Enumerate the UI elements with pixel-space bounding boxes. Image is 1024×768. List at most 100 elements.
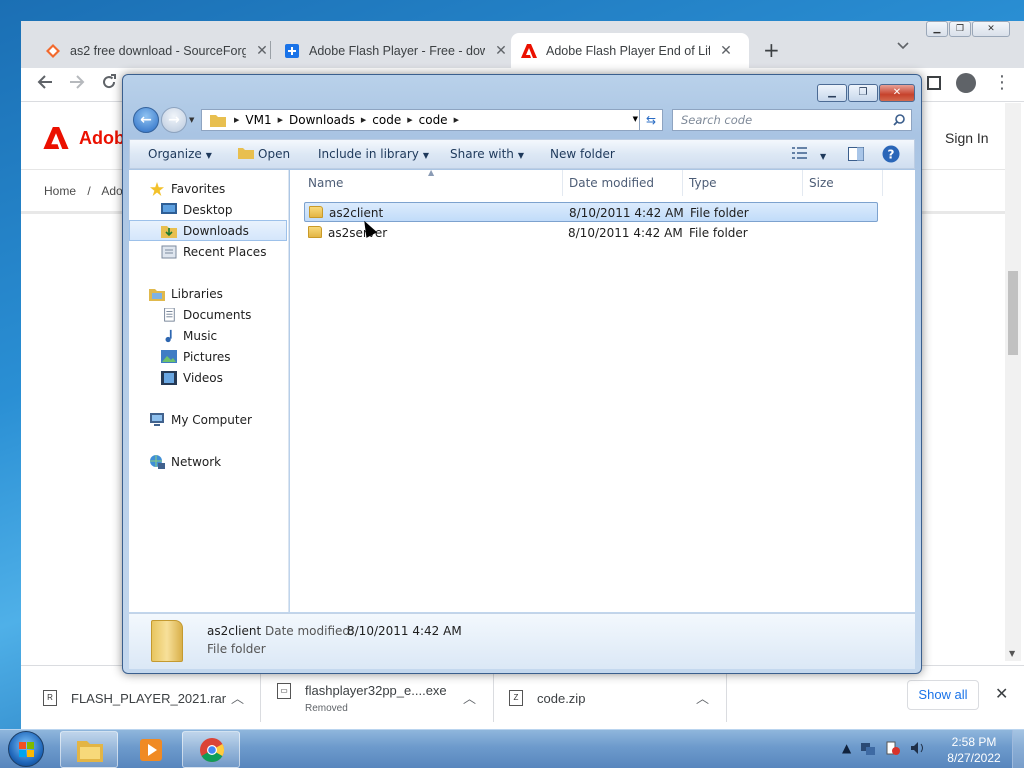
file-row[interactable]: as2client 8/10/2011 4:42 AM File folder [304,202,878,222]
chevron-up-icon[interactable]: ︿ [231,688,244,707]
column-header-type[interactable]: Type [689,176,717,190]
svg-text:?: ? [888,148,895,162]
column-divider[interactable] [682,170,683,196]
back-icon[interactable] [37,74,53,95]
column-divider[interactable] [802,170,803,196]
start-button[interactable] [8,731,44,767]
nav-recent-places[interactable]: Recent Places [129,241,287,262]
share-label: Share with [450,147,514,161]
side-panel-icon[interactable] [927,76,941,90]
breadcrumb-arrow-icon[interactable]: ▶ [407,116,412,124]
breadcrumb-arrow-icon[interactable]: ▶ [361,116,366,124]
close-icon[interactable]: ✕ [493,42,509,59]
nav-desktop[interactable]: Desktop [129,199,287,220]
show-hidden-icons-icon[interactable]: ▲ [842,741,851,755]
nav-my-computer[interactable]: My Computer [129,409,287,430]
breadcrumb-segment[interactable]: code [372,113,401,127]
maximize-icon[interactable]: ❐ [848,84,878,102]
clock[interactable]: 2:58 PM 8/27/2022 [944,734,1004,766]
download-name: flashplayer32pp_e....exe [305,682,447,698]
taskbar-explorer-button[interactable] [60,731,118,768]
nav-favorites[interactable]: Favorites [129,178,287,199]
column-header-name[interactable]: Name [308,176,343,190]
scroll-down-icon[interactable]: ▼ [1009,649,1015,658]
column-divider[interactable] [882,170,883,196]
scrollbar-thumb[interactable] [1008,271,1018,355]
address-bar[interactable]: ▶ VM1 ▶ Downloads ▶ code ▶ code ▶ ▼ [201,109,645,131]
preview-pane-button[interactable] [848,147,864,164]
organize-button[interactable]: Organize ▼ [148,147,212,161]
nav-documents[interactable]: Documents [129,304,287,325]
nav-libraries[interactable]: Libraries [129,283,287,304]
nav-pictures[interactable]: Pictures [129,346,287,367]
chevron-down-icon: ▼ [517,151,525,160]
nav-network[interactable]: Network [129,451,287,472]
close-icon[interactable]: ✕ [718,42,734,59]
show-desktop-button[interactable] [1012,730,1024,768]
view-options-button[interactable]: ▼ [792,147,826,162]
tab-adobe-download[interactable]: Adobe Flash Player - Free - down ✕ [274,33,519,68]
file-date: 8/10/2011 4:42 AM [569,206,684,220]
breadcrumb-arrow-icon[interactable]: ▶ [278,116,283,124]
nav-label: Downloads [183,223,249,238]
refresh-icon[interactable]: ⇆ [639,109,663,131]
chevron-up-icon[interactable]: ︿ [463,688,476,707]
column-header-date[interactable]: Date modified [569,176,654,190]
tab-title: Adobe Flash Player - Free - down [309,43,485,58]
recent-pages-icon[interactable]: ▼ [189,116,194,124]
close-icon[interactable]: ✕ [972,21,1010,37]
nav-videos[interactable]: Videos [129,367,287,388]
page-scrollbar[interactable]: ▼ [1005,103,1021,661]
download-item[interactable]: ▭ flashplayer32pp_e....exe Removed [277,666,447,730]
download-item[interactable]: R FLASH_PLAYER_2021.rar [43,666,226,730]
show-all-button[interactable]: Show all [907,680,979,710]
file-row[interactable]: as2server 8/10/2011 4:42 AM File folder [304,223,878,243]
include-in-library-button[interactable]: Include in library ▼ [318,147,429,161]
network-tray-icon[interactable] [860,740,876,756]
breadcrumb-segment[interactable]: Downloads [289,113,355,127]
download-item[interactable]: Z code.zip [509,666,585,730]
chevron-up-icon[interactable]: ︿ [696,688,709,707]
adobe-logo[interactable]: Adob [43,127,125,149]
search-input[interactable]: Search code [672,109,912,131]
back-icon[interactable]: ← [133,107,159,133]
open-button[interactable]: Open [238,147,290,161]
new-tab-button[interactable]: + [763,38,780,62]
forward-icon[interactable]: → [161,107,187,133]
action-center-icon[interactable] [885,740,901,756]
help-button[interactable]: ? [882,145,900,166]
profile-icon[interactable] [956,73,976,93]
nav-downloads[interactable]: Downloads [129,220,287,241]
nav-music[interactable]: Music [129,325,287,346]
column-divider[interactable] [562,170,563,196]
search-icon[interactable] [893,112,905,132]
breadcrumb-arrow-icon[interactable]: ▶ [454,116,459,124]
close-icon[interactable]: ✕ [254,42,270,59]
address-dropdown-icon[interactable]: ▼ [633,115,638,123]
maximize-icon[interactable]: ❐ [949,21,971,37]
forward-icon[interactable] [69,74,85,95]
taskbar-chrome-button[interactable] [182,731,240,768]
close-icon[interactable]: ✕ [995,684,1008,703]
column-header-size[interactable]: Size [809,176,834,190]
breadcrumb-home[interactable]: Home [44,184,76,198]
minimize-icon[interactable]: ▁ [926,21,948,37]
nav-label: Music [183,328,218,343]
breadcrumb-segment[interactable]: VM1 [245,113,271,127]
taskbar-media-player-button[interactable] [121,731,179,768]
minimize-icon[interactable]: ▁ [817,84,847,102]
tab-search-icon[interactable] [897,39,909,53]
explorer-window: ▁ ❐ ✕ ← → ▼ ▶ VM1 ▶ Downloads ▶ code ▶ c… [122,74,922,674]
sign-in-link[interactable]: Sign In [945,130,989,146]
more-menu-icon[interactable]: ⋮ [993,72,1011,93]
breadcrumb-segment[interactable]: code [419,113,448,127]
volume-icon[interactable] [910,740,926,756]
close-icon[interactable]: ✕ [879,84,915,102]
reload-icon[interactable] [101,74,117,95]
new-folder-button[interactable]: New folder [550,147,615,161]
share-with-button[interactable]: Share with ▼ [450,147,524,161]
tab-sourceforge[interactable]: as2 free download - SourceForge ✕ [35,33,280,68]
tab-adobe-eol[interactable]: Adobe Flash Player End of Life ✕ [511,33,749,68]
breadcrumb-arrow-icon[interactable]: ▶ [234,116,239,124]
file-name: as2server [328,226,388,240]
